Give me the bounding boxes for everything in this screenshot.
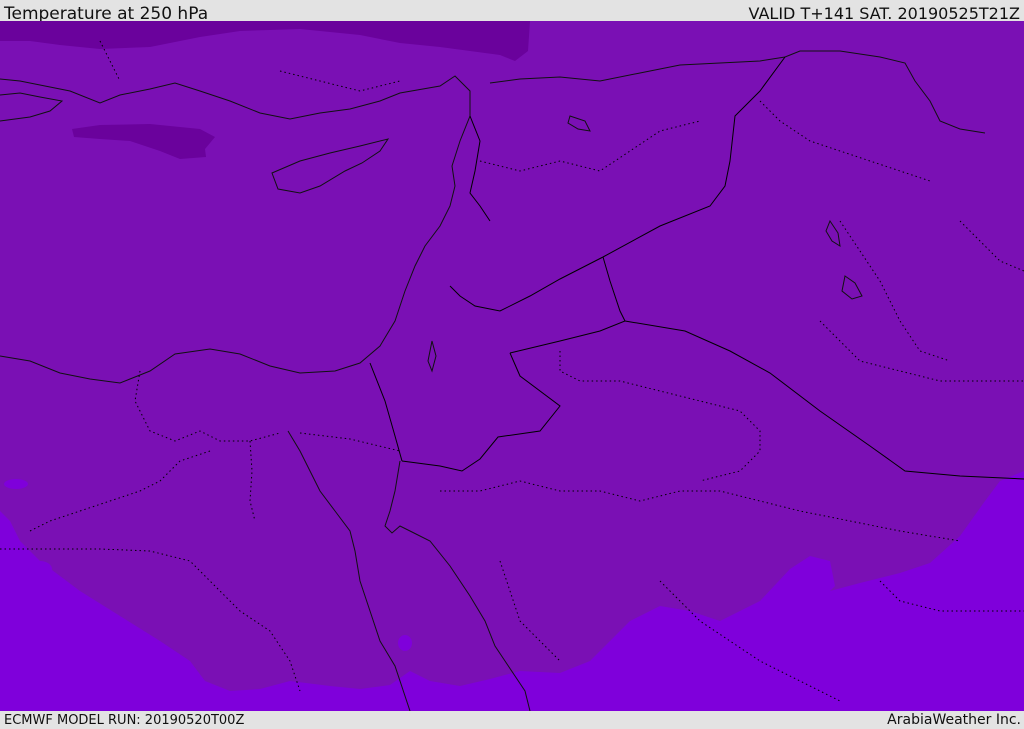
temperature-band-warm-spot-3 [398,635,412,651]
weather-map [0,21,1024,711]
credit: ArabiaWeather Inc. [887,712,1021,728]
model-run: ECMWF MODEL RUN: 20190520T00Z [4,713,245,728]
temperature-band-warm-spot-2 [28,561,52,577]
footer-bar: ECMWF MODEL RUN: 20190520T00Z ArabiaWeat… [0,711,1024,729]
header-bar: Temperature at 250 hPa VALID T+141 SAT. … [0,0,1024,24]
temperature-band-warm-spot-1 [4,479,28,489]
map-canvas[interactable] [0,21,1024,711]
